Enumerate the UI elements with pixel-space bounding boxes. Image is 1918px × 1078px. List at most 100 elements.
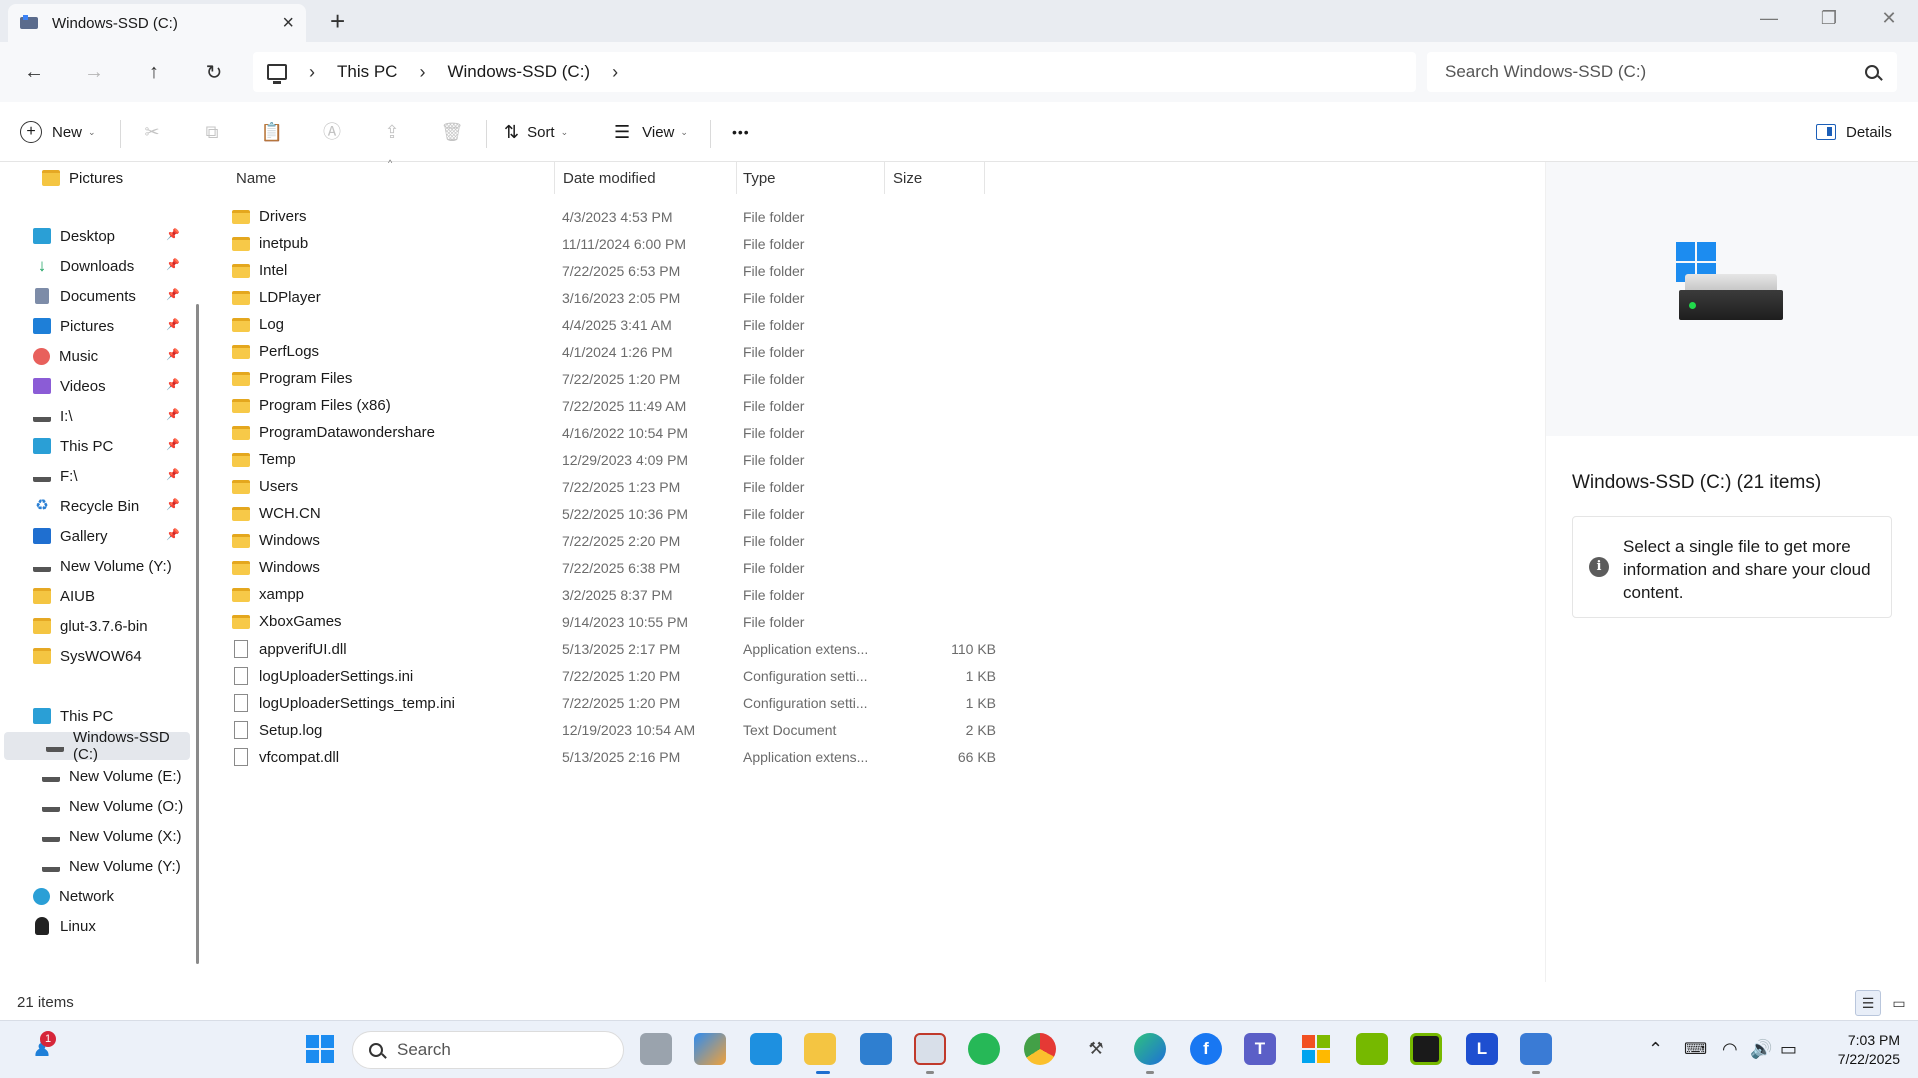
file-row[interactable]: Windows 7/22/2025 2:20 PM File folder — [232, 528, 1012, 555]
file-row[interactable]: Windows 7/22/2025 6:38 PM File folder — [232, 555, 1012, 582]
breadcrumb-separator[interactable]: › — [309, 62, 315, 83]
file-row[interactable]: Program Files (x86) 7/22/2025 11:49 AM Fil… — [232, 393, 1012, 420]
column-divider[interactable] — [984, 162, 985, 194]
nvidia-icon[interactable] — [1356, 1033, 1388, 1065]
sidebar-item-aiub[interactable]: AIUB — [0, 582, 186, 610]
file-row[interactable]: ProgramDatawondershare 4/16/2022 10:54 PM… — [232, 420, 1012, 447]
show-hidden-icons-icon[interactable]: ⌃ — [1648, 1039, 1663, 1060]
sidebar-item-this-pc-pinned[interactable]: This PC 📌 — [0, 432, 186, 460]
details-button[interactable]: Details — [1816, 116, 1892, 148]
file-row[interactable]: logUploaderSettings.ini 7/22/2025 1:20 PM… — [232, 663, 1012, 690]
sidebar-item-i-drive[interactable]: I:\ 📌 — [0, 402, 186, 430]
column-header-type[interactable]: Type — [743, 162, 776, 194]
sidebar-item-new-volume-y[interactable]: New Volume (Y:) — [0, 552, 186, 580]
taskbar-search-input[interactable]: Search — [397, 1040, 451, 1060]
file-row[interactable]: Drivers 4/3/2023 4:53 PM File folder — [232, 204, 1012, 231]
view-button[interactable]: ☰ View ⌄ — [614, 116, 688, 148]
microsoft-store-icon[interactable] — [1300, 1033, 1332, 1065]
sidebar-item-pictures-folder[interactable]: Pictures — [0, 164, 186, 192]
photos-icon[interactable] — [860, 1033, 892, 1065]
file-row[interactable]: Setup.log 12/19/2023 10:54 AM Text Documen… — [232, 717, 1012, 744]
sidebar-item-new-volume-x[interactable]: New Volume (X:) — [0, 822, 186, 850]
file-row[interactable]: PerfLogs 4/1/2024 1:26 PM File folder — [232, 339, 1012, 366]
battery-icon[interactable]: ▭ — [1780, 1039, 1797, 1060]
volume-icon[interactable]: 🔊 — [1750, 1039, 1772, 1060]
task-view-icon[interactable] — [640, 1033, 672, 1065]
sidebar-item-music[interactable]: Music 📌 — [0, 342, 186, 370]
close-button[interactable]: ✕ — [1860, 0, 1918, 36]
file-row[interactable]: Log 4/4/2025 3:41 AM File folder — [232, 312, 1012, 339]
column-header-name[interactable]: Name — [236, 162, 276, 194]
file-row[interactable]: appverifUI.dll 5/13/2025 2:17 PM Applicati… — [232, 636, 1012, 663]
file-row[interactable]: Users 7/22/2025 1:23 PM File folder — [232, 474, 1012, 501]
start-icon[interactable] — [304, 1033, 336, 1065]
nvidia-app-icon[interactable] — [1410, 1033, 1442, 1065]
sidebar-item-windows-ssd[interactable]: Windows-SSD (C:) — [4, 729, 190, 763]
refresh-button[interactable]: ↻ — [198, 56, 230, 88]
breadcrumb-separator[interactable]: › — [612, 62, 618, 83]
wifi-icon[interactable]: ◠ — [1722, 1039, 1738, 1060]
file-row[interactable]: Intel 7/22/2025 6:53 PM File folder — [232, 258, 1012, 285]
sidebar-item-videos[interactable]: Videos 📌 — [0, 372, 186, 400]
back-button[interactable]: ← — [18, 56, 50, 88]
sidebar-item-downloads[interactable]: ↓ Downloads 📌 — [0, 252, 186, 280]
l-app-icon[interactable]: L — [1466, 1033, 1498, 1065]
details-view-icon[interactable]: ☰ — [1855, 990, 1881, 1016]
more-options-button[interactable]: ••• — [732, 116, 750, 148]
breadcrumb-separator[interactable]: › — [419, 62, 425, 83]
sidebar-item-documents[interactable]: Documents 📌 — [0, 282, 186, 310]
column-header-date-modified[interactable]: Date modified — [563, 162, 656, 194]
restore-button[interactable]: ❐ — [1800, 0, 1858, 36]
new-button[interactable]: + New ⌄ — [20, 116, 96, 148]
copilot-icon[interactable] — [694, 1033, 726, 1065]
teams-icon[interactable]: T — [1244, 1033, 1276, 1065]
share-icon[interactable]: ⇪ — [380, 120, 404, 144]
large-icons-view-icon[interactable]: ▭ — [1886, 990, 1912, 1016]
new-tab-button[interactable]: + — [330, 6, 345, 36]
breadcrumb-this-pc[interactable]: This PC — [337, 62, 397, 82]
sidebar-item-linux[interactable]: Linux — [0, 912, 186, 940]
column-divider[interactable] — [884, 162, 885, 194]
remote-icon[interactable] — [750, 1033, 782, 1065]
search-icon[interactable] — [1865, 65, 1879, 79]
sidebar-item-recycle-bin[interactable]: ♻ Recycle Bin 📌 — [0, 492, 186, 520]
file-row[interactable]: XboxGames 9/14/2023 10:55 PM File folder — [232, 609, 1012, 636]
edge-icon[interactable] — [1134, 1033, 1166, 1065]
app-icon[interactable] — [1520, 1033, 1552, 1065]
paste-icon[interactable]: 📋 — [260, 120, 284, 144]
sidebar-item-new-volume-y2[interactable]: New Volume (Y:) — [0, 852, 186, 880]
tab-windows-ssd[interactable]: Windows-SSD (C:) × — [8, 4, 306, 42]
tools-icon[interactable]: ⚒ — [1080, 1033, 1112, 1065]
address-bar[interactable]: › This PC › Windows-SSD (C:) › — [253, 52, 1416, 92]
breadcrumb-windows-ssd[interactable]: Windows-SSD (C:) — [447, 62, 590, 82]
snipping-tool-icon[interactable] — [914, 1033, 946, 1065]
file-explorer-icon[interactable] — [804, 1033, 836, 1065]
sidebar-item-syswow64[interactable]: SysWOW64 — [0, 642, 186, 670]
up-button[interactable]: ↑ — [138, 56, 170, 88]
sidebar-item-glut[interactable]: glut-3.7.6-bin — [0, 612, 186, 640]
file-row[interactable]: xampp 3/2/2025 8:37 PM File folder — [232, 582, 1012, 609]
file-row[interactable]: inetpub 11/11/2024 6:00 PM File folder — [232, 231, 1012, 258]
search-box[interactable]: Search Windows-SSD (C:) — [1427, 52, 1897, 92]
sidebar-item-gallery[interactable]: Gallery 📌 — [0, 522, 186, 550]
sidebar-item-pictures[interactable]: Pictures 📌 — [0, 312, 186, 340]
sidebar-item-desktop[interactable]: Desktop 📌 — [0, 222, 186, 250]
system-clock[interactable]: 7:03 PM 7/22/2025 — [1820, 1031, 1900, 1069]
sidebar-scrollbar[interactable] — [196, 304, 199, 964]
file-row[interactable]: LDPlayer 3/16/2023 2:05 PM File folder — [232, 285, 1012, 312]
taskbar-search[interactable]: Search — [352, 1031, 624, 1069]
column-divider[interactable] — [554, 162, 555, 194]
facebook-icon[interactable]: f — [1190, 1033, 1222, 1065]
sidebar-item-network[interactable]: Network — [0, 882, 186, 910]
column-divider[interactable] — [736, 162, 737, 194]
sidebar-item-new-volume-o[interactable]: New Volume (O:) — [0, 792, 186, 820]
forward-button[interactable]: → — [78, 56, 110, 88]
copy-icon[interactable]: ⧉ — [200, 120, 224, 144]
chrome-icon[interactable] — [1024, 1033, 1056, 1065]
file-row[interactable]: Temp 12/29/2023 4:09 PM File folder — [232, 447, 1012, 474]
sidebar-item-f-drive[interactable]: F:\ 📌 — [0, 462, 186, 490]
sidebar-item-this-pc[interactable]: This PC — [0, 702, 186, 730]
computer-icon[interactable] — [267, 64, 287, 84]
sidebar-item-new-volume-e[interactable]: New Volume (E:) — [0, 762, 186, 790]
cut-icon[interactable]: ✂ — [140, 120, 164, 144]
